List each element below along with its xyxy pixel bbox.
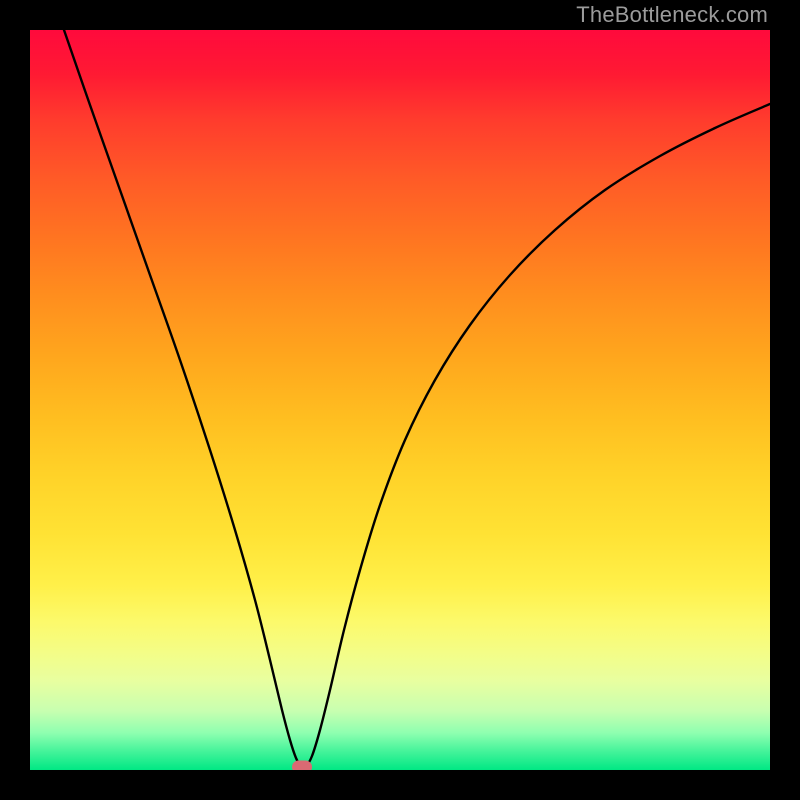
watermark-text: TheBottleneck.com [576, 2, 768, 28]
plot-area [30, 30, 770, 770]
bottleneck-curve [64, 30, 770, 767]
curve-svg [30, 30, 770, 770]
minimum-marker [292, 761, 312, 771]
chart-frame: TheBottleneck.com [0, 0, 800, 800]
